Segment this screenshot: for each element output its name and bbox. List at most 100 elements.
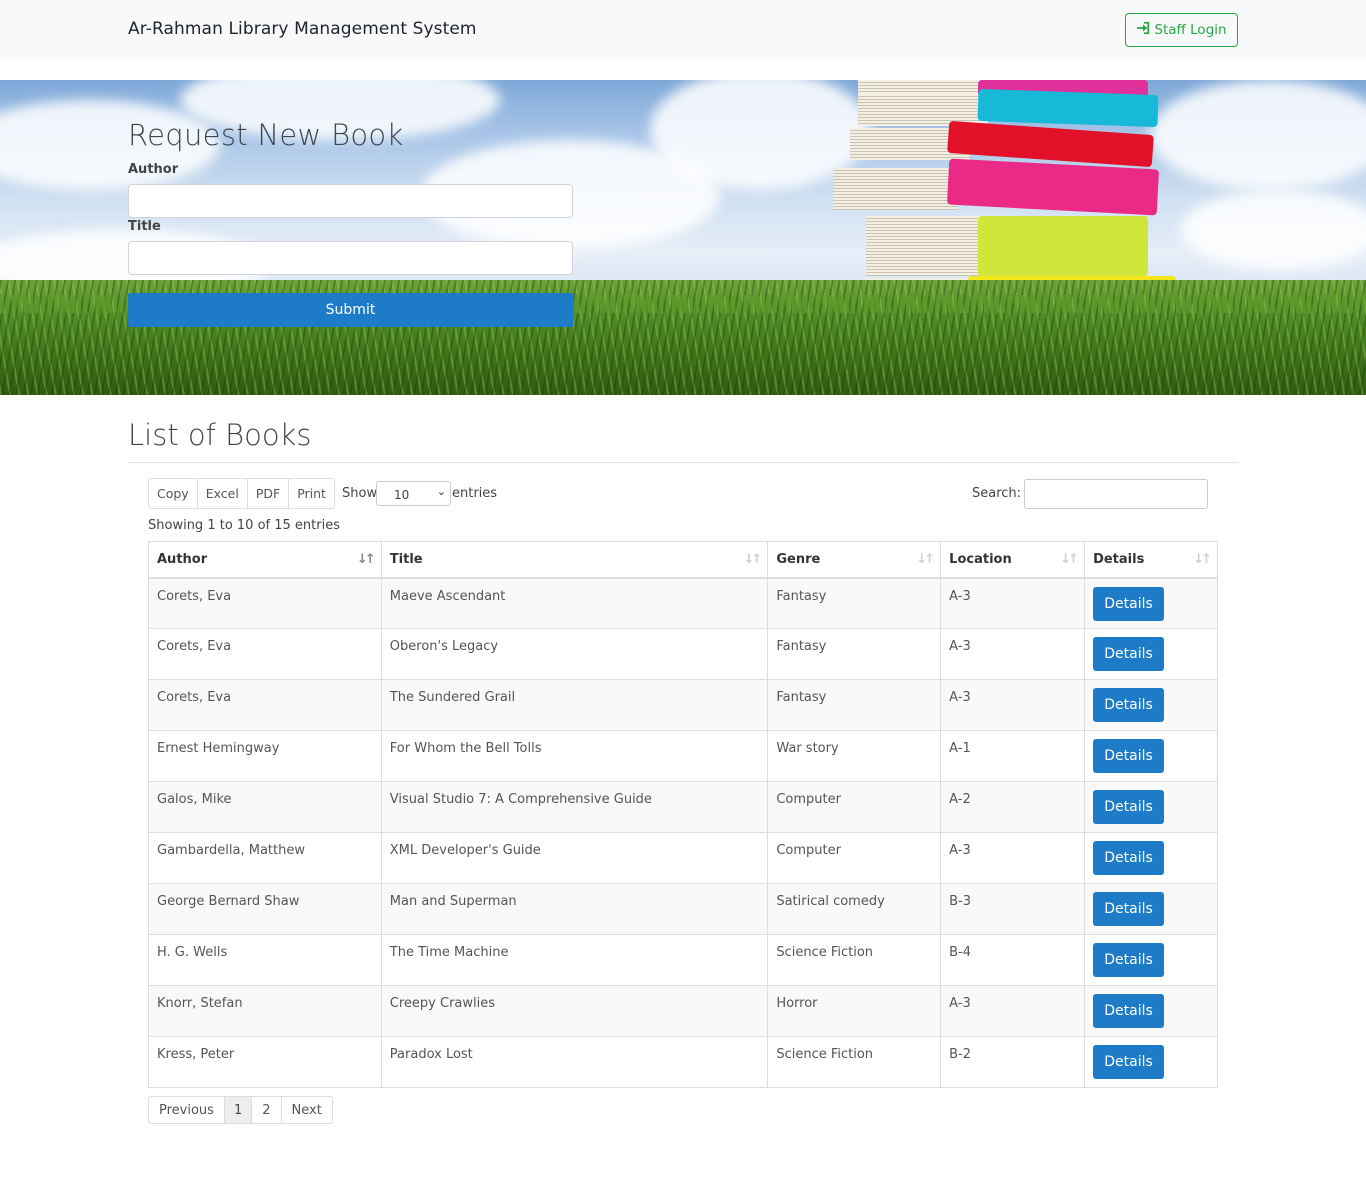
sort-icon: ↓↑ — [1193, 552, 1212, 567]
cell-title: Paradox Lost — [380, 1036, 769, 1088]
cell-genre: Computer — [767, 781, 942, 833]
title-label: Title — [128, 219, 161, 234]
table-row: Gambardella, Matthew XML Developer's Guid… — [148, 832, 1218, 884]
cell-genre: Science Fiction — [767, 934, 942, 986]
table-row: Corets, Eva The Sundered Grail Fantasy A-3 D… — [148, 679, 1218, 731]
cell-details: Details — [1084, 628, 1218, 680]
table-row: Corets, Eva Oberon's Legacy Fantasy A-3 Deta… — [148, 628, 1218, 680]
cell-location: A-3 — [940, 679, 1086, 731]
details-button[interactable]: Details — [1093, 637, 1165, 671]
sort-icon: ↓↑ — [1060, 552, 1079, 567]
table-row: Kress, Peter Paradox Lost Science Fiction B… — [148, 1036, 1218, 1088]
column-header-title[interactable]: Title ↓↑ — [380, 541, 769, 579]
cell-title: The Time Machine — [380, 934, 769, 986]
column-header-details[interactable]: Details ↓↑ — [1084, 541, 1218, 579]
cell-genre: Computer — [767, 832, 942, 884]
details-button[interactable]: Details — [1093, 586, 1165, 621]
cell-title: Oberon's Legacy — [380, 628, 769, 680]
cell-details: Details — [1084, 1036, 1218, 1088]
details-button[interactable]: Details — [1093, 739, 1165, 773]
copy-button[interactable]: Copy — [149, 479, 198, 508]
pdf-button[interactable]: PDF — [248, 479, 290, 508]
title-input[interactable] — [128, 241, 573, 275]
page-2-button[interactable]: 2 — [252, 1097, 282, 1123]
cell-genre: Fantasy — [767, 679, 942, 731]
column-header-location[interactable]: Location ↓↑ — [940, 541, 1086, 579]
table-info: Showing 1 to 10 of 15 entries — [148, 518, 340, 533]
print-button[interactable]: Print — [289, 479, 334, 508]
cell-author: Galos, Mike — [148, 781, 382, 833]
search-input[interactable] — [1024, 479, 1208, 509]
cell-title: For Whom the Bell Tolls — [380, 730, 769, 782]
staff-login-button[interactable]: Staff Login — [1125, 13, 1238, 47]
cell-details: Details — [1084, 985, 1218, 1037]
cloud-shape — [1150, 80, 1366, 190]
pagination: Previous 1 2 Next — [148, 1096, 333, 1124]
previous-page-button[interactable]: Previous — [149, 1097, 225, 1123]
details-button[interactable]: Details — [1093, 688, 1165, 722]
next-page-button[interactable]: Next — [282, 1097, 332, 1123]
cell-author: Gambardella, Matthew — [148, 832, 382, 884]
table-row: Galos, Mike Visual Studio 7: A Comprehens… — [148, 781, 1218, 833]
cell-details: Details — [1084, 832, 1218, 884]
divider — [128, 462, 1238, 463]
cell-author: Corets, Eva — [148, 628, 382, 680]
page-length-value: 10 — [394, 488, 410, 502]
brand-title[interactable]: Ar-Rahman Library Management System — [128, 19, 477, 39]
cell-title: Visual Studio 7: A Comprehensive Guide — [380, 781, 769, 833]
cell-details: Details — [1084, 883, 1218, 935]
author-input[interactable] — [128, 184, 573, 218]
excel-button[interactable]: Excel — [198, 479, 248, 508]
cell-author: Corets, Eva — [148, 679, 382, 731]
submit-button[interactable]: Submit — [128, 293, 573, 327]
details-button[interactable]: Details — [1093, 994, 1165, 1028]
sort-icon: ↓↑ — [743, 552, 763, 567]
table-row: Ernest Hemingway For Whom the Bell Tolls W… — [148, 730, 1218, 782]
cell-author: Kress, Peter — [148, 1036, 382, 1088]
cell-title: Maeve Ascendant — [380, 577, 769, 629]
entries-label: entries — [452, 486, 498, 501]
cloud-shape — [1180, 190, 1366, 270]
cell-author: George Bernard Shaw — [148, 883, 382, 935]
cell-genre: War story — [767, 730, 942, 782]
cell-location: B-4 — [940, 934, 1086, 986]
cell-author: H. G. Wells — [148, 934, 382, 986]
cell-title: The Sundered Grail — [380, 679, 769, 731]
details-button[interactable]: Details — [1093, 943, 1165, 977]
books-table: Author ↓↑ Title ↓↑ Genre ↓↑ Location ↓↑ Deta… — [148, 541, 1218, 1088]
details-button[interactable]: Details — [1093, 1045, 1165, 1079]
column-header-label: Title — [389, 551, 423, 567]
details-button[interactable]: Details — [1093, 892, 1165, 926]
cell-genre: Science Fiction — [767, 1036, 942, 1088]
cell-location: A-3 — [940, 832, 1086, 884]
cell-location: A-3 — [940, 985, 1086, 1037]
sign-in-icon — [1136, 21, 1150, 39]
cell-author: Ernest Hemingway — [148, 730, 382, 782]
cell-title: Creepy Crawlies — [380, 985, 769, 1037]
sort-asc-icon: ↓↑ — [356, 552, 376, 567]
cell-genre: Fantasy — [767, 577, 942, 629]
table-row: Corets, Eva Maeve Ascendant Fantasy A-3 Deta… — [148, 577, 1218, 629]
cell-genre: Horror — [767, 985, 942, 1037]
column-header-label: Details — [1093, 551, 1145, 567]
cell-location: A-1 — [940, 730, 1086, 782]
cell-details: Details — [1084, 577, 1218, 629]
page-length-select[interactable]: 10 ⌄ — [376, 481, 451, 506]
column-header-label: Location — [949, 551, 1012, 567]
page-1-button[interactable]: 1 — [224, 1097, 253, 1123]
cell-location: A-3 — [940, 628, 1086, 680]
table-row: H. G. Wells The Time Machine Science Ficti… — [148, 934, 1218, 986]
cell-details: Details — [1084, 781, 1218, 833]
column-header-genre[interactable]: Genre ↓↑ — [767, 541, 942, 579]
details-button[interactable]: Details — [1093, 790, 1165, 824]
column-header-author[interactable]: Author ↓↑ — [148, 541, 382, 579]
hero-banner: Request New Book Author Title Submit — [0, 80, 1366, 395]
cell-author: Knorr, Stefan — [148, 985, 382, 1037]
export-button-group: Copy Excel PDF Print — [148, 478, 335, 509]
cell-genre: Fantasy — [767, 628, 942, 680]
details-button[interactable]: Details — [1093, 841, 1165, 875]
cell-title: XML Developer's Guide — [380, 832, 769, 884]
cell-title: Man and Superman — [380, 883, 769, 935]
cell-details: Details — [1084, 679, 1218, 731]
column-header-label: Author — [157, 551, 208, 567]
